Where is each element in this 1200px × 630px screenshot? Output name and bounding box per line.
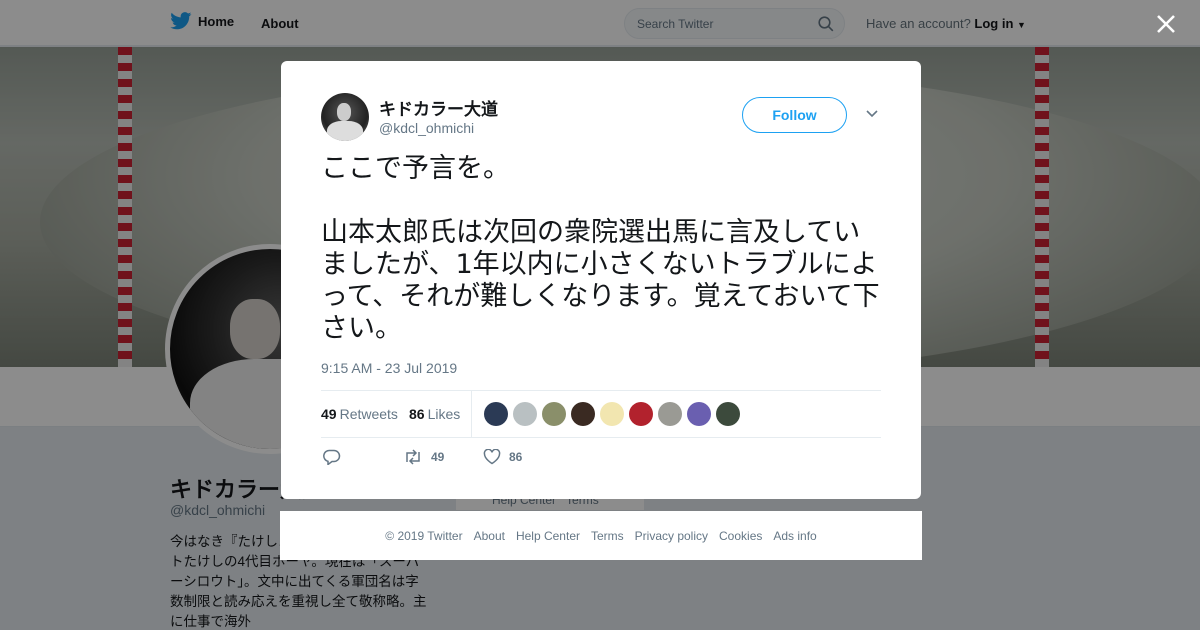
tweet-modal: キドカラー大道 @kdcl_ohmichi Follow ここで予言を。 山本太…	[281, 61, 921, 499]
author-avatar[interactable]	[321, 93, 369, 141]
footer-link[interactable]: Privacy policy	[635, 529, 708, 543]
divider	[471, 391, 472, 438]
liker-avatar[interactable]	[513, 402, 537, 426]
follow-button[interactable]: Follow	[742, 97, 847, 133]
liker-avatar[interactable]	[716, 402, 740, 426]
retweet-icon	[406, 449, 420, 465]
liker-avatar[interactable]	[658, 402, 682, 426]
likes-label: Likes	[427, 406, 461, 422]
footer-links: © 2019 Twitter About Help Center Terms Priva…	[280, 511, 922, 560]
retweet-count: 49	[431, 450, 445, 464]
like-button[interactable]: 86	[483, 449, 522, 465]
footer-link[interactable]: Ads info	[773, 529, 816, 543]
retweets-label: Retweets	[339, 406, 398, 422]
tweet-stats: 49 Retweets 86 Likes	[321, 390, 881, 438]
liker-avatar[interactable]	[542, 402, 566, 426]
tweet-text: ここで予言を。 山本太郎氏は次回の衆院選出馬に言及していましたが、1年以内に小さ…	[321, 153, 880, 344]
liker-avatar[interactable]	[571, 402, 595, 426]
retweet-button[interactable]: 49	[403, 449, 444, 465]
heart-icon	[483, 449, 501, 465]
liker-avatar[interactable]	[687, 402, 711, 426]
close-icon[interactable]	[1155, 13, 1177, 35]
retweets-count: 49	[321, 406, 337, 422]
footer-link[interactable]: About	[474, 529, 505, 543]
author-handle[interactable]: @kdcl_ohmichi	[379, 120, 474, 136]
reply-icon	[323, 449, 341, 465]
footer-link: © 2019 Twitter	[385, 528, 463, 543]
retweets-stat[interactable]: 49 Retweets	[321, 406, 398, 422]
reply-button[interactable]	[323, 449, 341, 465]
likes-count: 86	[409, 406, 425, 422]
author-name[interactable]: キドカラー大道	[379, 95, 498, 120]
likes-stat[interactable]: 86 Likes	[409, 406, 460, 422]
likers-avatars	[484, 402, 740, 426]
liker-avatar[interactable]	[600, 402, 624, 426]
like-count: 86	[509, 450, 523, 464]
tweet-actions: 49 86	[321, 449, 881, 473]
liker-avatar[interactable]	[629, 402, 653, 426]
footer-link[interactable]: Help Center	[516, 529, 580, 543]
chevron-down-icon[interactable]	[865, 109, 879, 119]
liker-avatar[interactable]	[484, 402, 508, 426]
tweet-timestamp[interactable]: 9:15 AM - 23 Jul 2019	[321, 360, 457, 376]
footer-link[interactable]: Terms	[591, 529, 624, 543]
footer-link[interactable]: Cookies	[719, 529, 762, 543]
